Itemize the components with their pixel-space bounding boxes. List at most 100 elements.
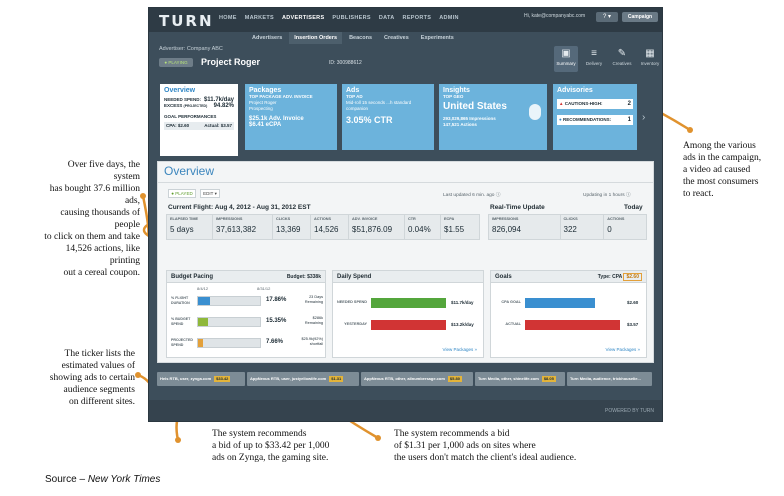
budget-row-label: % BUDGET SPEND	[171, 317, 191, 326]
goals-panel: Goals Type: CPA $2.60 CPA GOAL $2.60 ACTUA…	[490, 270, 647, 358]
stat-elapsed-time: ELAPSED TIME 5 days	[167, 215, 213, 239]
budget-row-label: % FLIGHT DURATION	[171, 296, 190, 305]
campaign-button[interactable]: Campaign	[622, 12, 658, 22]
packages-card[interactable]: Packages TOP PACKAGE ADV. INVOICE Projec…	[245, 84, 337, 150]
nav-home[interactable]: HOME	[219, 15, 237, 21]
subnav-insertion-orders[interactable]: Insertion Orders	[289, 32, 343, 44]
view-icon-row: ▣ Summary ≡ Delivery ✎ Creatives ▦ Inventory	[554, 46, 662, 72]
daily-row: NEEDED SPEND $11.7k/day	[337, 297, 481, 311]
edit-dropdown[interactable]: EDIT ▾	[200, 189, 220, 198]
annotation-line: The ticker lists the	[64, 349, 135, 359]
subnav-creatives[interactable]: Creatives	[379, 32, 414, 44]
overview-card[interactable]: Overview NEEDED SPEND: $11.7k/day EXCESS …	[160, 84, 238, 156]
annotation-video-ad: Among the various ads in the campaign, a v…	[683, 140, 783, 200]
grid-icon: ▦	[645, 48, 655, 59]
goals-title: Goals	[495, 274, 512, 280]
budget-total: Budget: $338k	[286, 274, 321, 280]
summary-button[interactable]: ▣ Summary	[554, 46, 578, 72]
rt-actions: ACTIONS 0	[607, 217, 625, 234]
annotation-line: the users don't match the client's ideal…	[394, 453, 577, 463]
stat-ctr: CTR 0.04%	[405, 215, 441, 239]
budget-pacing-panel: Budget Pacing Budget: $338k 8/4/12 8/31/…	[166, 270, 326, 358]
ticker-item[interactable]: Turn Media, other, shinelife.com $8.05	[475, 372, 565, 386]
daily-row-value: $13.2k/day	[451, 322, 474, 327]
turn-app-window: TURN HOME MARKETS ADVERTISERS PUBLISHERS…	[148, 7, 663, 422]
annotation-line: on different sites.	[68, 397, 135, 407]
budget-row-note: 23 Days Remaining	[304, 295, 323, 304]
annotation-line: The system recommends a bid	[394, 429, 510, 439]
overview-card-title: Overview	[164, 87, 196, 94]
help-button[interactable]: ? ▾	[596, 12, 618, 22]
goal-type: Type: CPA	[597, 274, 623, 280]
goal-row: CPA GOAL $2.60	[495, 297, 644, 311]
overview-panel-title: Overview	[164, 164, 215, 178]
daily-row-label: NEEDED SPEND	[337, 300, 367, 304]
real-time-today: Today	[624, 204, 643, 211]
nav-reports[interactable]: REPORTS	[403, 15, 432, 21]
annotation-line: a bid of up to $33.42 per 1,000	[212, 441, 330, 451]
annotation-line: has bought 37.6 million ads,	[49, 184, 140, 206]
annotation-ticker: The ticker lists the estimated values of s…	[30, 348, 135, 408]
budget-row-note: $286k Remaining	[304, 316, 323, 325]
inventory-button[interactable]: ▦ Inventory	[638, 46, 662, 72]
annotation-line: The system recommends	[212, 429, 307, 439]
annotation-line: the most consumers	[683, 177, 759, 187]
turn-logo: TURN	[159, 12, 214, 30]
budget-row: % FLIGHT DURATION 17.86% 23 Days Remaining	[171, 293, 323, 309]
budget-row: PROJECTED SPEND 7.66% $25.9k(92%) shortfal…	[171, 335, 323, 351]
ticker-item[interactable]: AppNexus RTB, other, allnumbersage.com $5…	[361, 372, 473, 386]
goal-row-value: $2.60	[627, 300, 639, 305]
stat-ecpa: ECPA $1.55	[444, 217, 465, 234]
annotation-line: out a cereal coupon.	[63, 268, 141, 278]
ticker-item[interactable]: AppNexus RTB, user, justyellowlife.com $1…	[247, 372, 359, 386]
subnav-beacons[interactable]: Beacons	[344, 32, 377, 44]
ads-card[interactable]: Ads TOP AD Mid-roll 15 seconds ...h stan…	[342, 84, 434, 150]
main-nav: HOME MARKETS ADVERTISERS PUBLISHERS DATA…	[219, 15, 459, 21]
annotation-line: showing ads to certain	[49, 373, 135, 383]
stat-impressions: IMPRESSIONS 37,613,382	[213, 215, 273, 239]
user-email[interactable]: Hi, kate@companyabc.com	[524, 13, 585, 19]
bid-ticker: Hels RTB, user, zynga.com $33.42 AppNexus…	[157, 372, 654, 386]
nav-advertisers[interactable]: ADVERTISERS	[282, 15, 324, 21]
annotation-line: ads on Zynga, the gaming site.	[212, 453, 329, 463]
creatives-button[interactable]: ✎ Creatives	[610, 46, 634, 72]
ticker-item[interactable]: Hels RTB, user, zynga.com $33.42	[157, 372, 245, 386]
annotation-line: Among the various	[683, 141, 756, 151]
view-packages-link-goals[interactable]: View Packages »	[606, 347, 640, 352]
insights-card[interactable]: Insights TOP GEO United States 293,029,8…	[439, 84, 547, 150]
view-packages-link-daily[interactable]: View Packages »	[443, 347, 477, 352]
annotation-appnexus-bid: The system recommends a bid of $1.31 per …	[394, 428, 644, 464]
rt-impressions: IMPRESSIONS 826,094	[489, 215, 561, 239]
budget-pacing-title: Budget Pacing	[171, 274, 214, 280]
annotation-line: to click on them and take	[44, 232, 140, 242]
goal-row-label: CPA GOAL	[501, 300, 521, 304]
nav-publishers[interactable]: PUBLISHERS	[332, 15, 370, 21]
budget-row-pct: 17.86%	[266, 297, 287, 303]
goal-row-value: $3.57	[627, 322, 639, 327]
status-badge[interactable]: ● PLAYING	[159, 58, 193, 67]
advisories-card[interactable]: Advisories ▲ CAUTIONS-HIGH: 2 ● RECOMMEND…	[553, 84, 637, 150]
current-flight: Current Flight: Aug 4, 2012 - Aug 31, 20…	[168, 204, 311, 211]
budget-row-label: PROJECTED SPEND	[171, 338, 193, 347]
annotation-flight-summary: Over five days, the system has bought 37.…	[40, 159, 140, 279]
goal-bar	[525, 298, 596, 308]
nav-markets[interactable]: MARKETS	[245, 15, 274, 21]
subnav-advertisers[interactable]: Advertisers	[247, 32, 287, 44]
chevron-right-icon[interactable]: ›	[642, 112, 645, 123]
daily-spend-title: Daily Spend	[337, 274, 372, 280]
ticker-item[interactable]: Turn Media, audience, trickhouselie...	[567, 372, 652, 386]
subnav-experiments[interactable]: Experiments	[416, 32, 459, 44]
annotation-line: to react.	[683, 189, 714, 199]
nav-admin[interactable]: ADMIN	[439, 15, 459, 21]
annotation-line: 14,526 actions, like printing	[65, 244, 140, 266]
goal-row: ACTUAL $3.57	[495, 319, 644, 333]
project-id[interactable]: ID: 300988612	[329, 60, 362, 66]
briefcase-icon: ▣	[561, 48, 571, 59]
updating-in: Updating in 1 hours ⓘ	[583, 193, 631, 198]
daily-row: YESTERDAY $13.2k/day	[337, 319, 481, 333]
delivery-button[interactable]: ≡ Delivery	[582, 46, 606, 72]
warning-icon: ▲	[559, 101, 564, 106]
daily-row-value: $11.7k/day	[451, 300, 474, 305]
nav-data[interactable]: DATA	[379, 15, 395, 21]
played-button[interactable]: ● PLAYED	[168, 189, 196, 198]
